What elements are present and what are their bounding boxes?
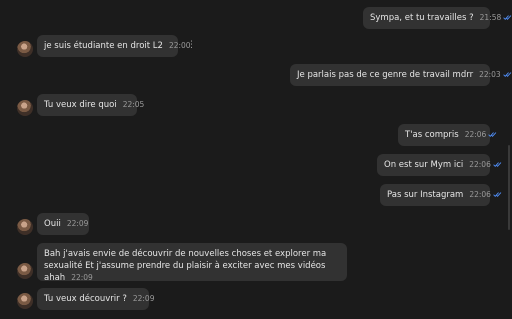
avatar[interactable] xyxy=(17,41,33,57)
avatar[interactable] xyxy=(17,263,33,279)
message-text: je suis étudiante en droit L2 xyxy=(44,41,163,51)
message-bubble-incoming[interactable]: Ouii 22:09 xyxy=(37,213,89,235)
message-time: 22:09 xyxy=(66,219,89,228)
double-check-icon xyxy=(488,132,497,137)
message-time: 22:06 xyxy=(464,130,487,139)
message-text: On est sur Mym ici xyxy=(384,160,464,170)
avatar[interactable] xyxy=(17,293,33,309)
message-text: Sympa, et tu travailles ? xyxy=(370,13,474,23)
message-time: 21:58 xyxy=(479,13,502,22)
message-time: 22:06 xyxy=(469,190,491,199)
message-text: Tu veux découvrir ? xyxy=(44,294,127,304)
double-check-icon xyxy=(493,162,502,167)
message-bubble-incoming[interactable]: Tu veux dire quoi 22:05 xyxy=(37,94,144,116)
double-check-icon xyxy=(502,72,511,77)
message-time: 22:05 xyxy=(122,100,145,109)
chat-message-list[interactable]: Sympa, et tu travailles ? 21:58 je suis é… xyxy=(0,0,512,319)
message-time: 22:09 xyxy=(132,294,155,303)
message-text: Je parlais pas de ce genre de travail md… xyxy=(297,70,474,80)
avatar[interactable] xyxy=(17,100,33,116)
message-time: 22:03 xyxy=(479,70,501,79)
message-bubble-outgoing[interactable]: Pas sur Instagram 22:06 xyxy=(380,184,502,206)
message-bubble-outgoing[interactable]: T'as compris 22:06 xyxy=(398,124,497,146)
message-bubble-outgoing[interactable]: Je parlais pas de ce genre de travail md… xyxy=(290,64,511,86)
message-bubble-incoming[interactable]: je suis étudiante en droit L2 22:00 xyxy=(37,35,191,57)
message-text: Ouii xyxy=(44,219,61,229)
message-bubble-outgoing[interactable]: Sympa, et tu travailles ? 21:58 xyxy=(363,7,512,29)
message-bubble-incoming[interactable]: Bah j'avais envie de découvrir de nouvel… xyxy=(37,243,347,283)
double-check-icon xyxy=(503,15,512,20)
message-text: T'as compris xyxy=(405,130,459,140)
message-time: 22:06 xyxy=(469,160,491,169)
avatar[interactable] xyxy=(17,219,33,235)
message-bubble-outgoing[interactable]: On est sur Mym ici 22:06 xyxy=(377,154,502,176)
double-check-icon xyxy=(493,192,502,197)
scrollbar[interactable] xyxy=(508,145,510,230)
message-time: 22:09 xyxy=(71,273,93,282)
message-text: Tu veux dire quoi xyxy=(44,100,117,110)
message-bubble-incoming[interactable]: Tu veux découvrir ? 22:09 xyxy=(37,288,154,310)
more-vertical-icon[interactable]: ⋮ xyxy=(187,41,196,50)
message-text: Pas sur Instagram xyxy=(387,190,464,200)
